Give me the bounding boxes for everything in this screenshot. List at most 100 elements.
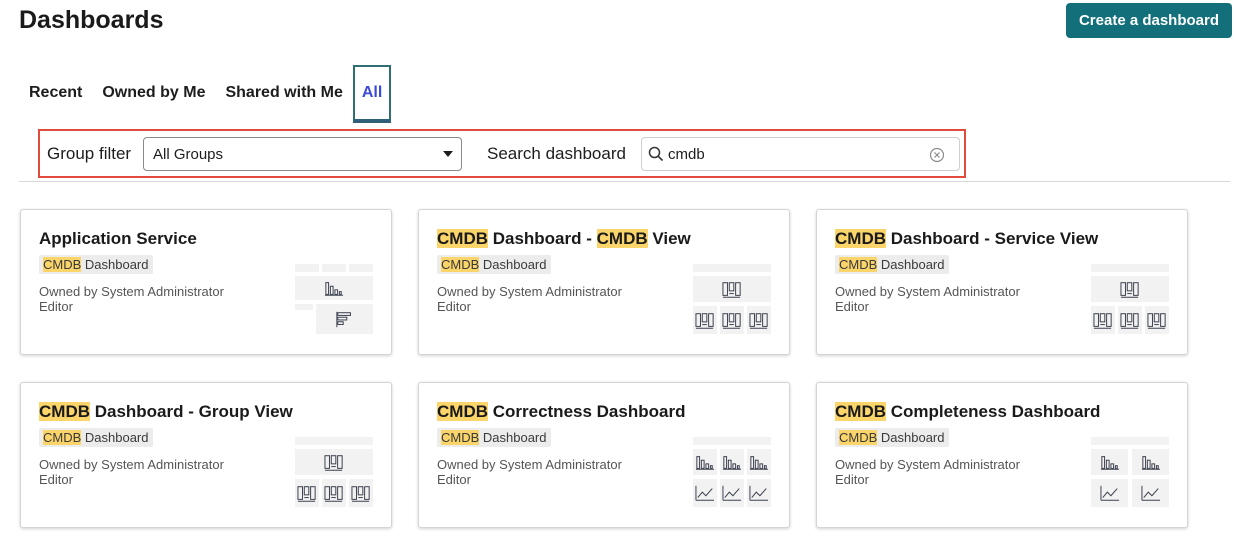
thumbnail-tile bbox=[1091, 306, 1115, 334]
tab-all[interactable]: All bbox=[352, 65, 392, 123]
thumbnail-tile bbox=[295, 449, 373, 475]
dashboard-thumbnail bbox=[295, 437, 373, 509]
thumbnail-tile bbox=[1091, 449, 1128, 475]
tab-shared-with-me[interactable]: Shared with Me bbox=[215, 65, 352, 123]
dashboard-group-tag: CMDB Dashboard bbox=[437, 255, 551, 274]
dashboard-owner: Owned by System Administrator bbox=[437, 284, 622, 299]
thumbnail-tile bbox=[693, 264, 771, 272]
tab-recent[interactable]: Recent bbox=[19, 65, 92, 123]
search-dashboard-label: Search dashboard bbox=[487, 144, 626, 163]
tab-bar: Recent Owned by Me Shared with Me All bbox=[19, 65, 392, 123]
search-match-highlight: CMDB bbox=[43, 430, 82, 445]
search-match-highlight: CMDB bbox=[835, 229, 886, 248]
tag-text: Dashboard bbox=[877, 430, 945, 445]
tag-text: Dashboard bbox=[479, 257, 547, 272]
dashboard-card[interactable]: CMDB Dashboard - Group View CMDB Dashboar… bbox=[20, 382, 392, 528]
dashboard-thumbnail bbox=[295, 264, 373, 336]
dashboard-card-title[interactable]: CMDB Completeness Dashboard bbox=[835, 402, 1100, 422]
dashboard-role: Editor bbox=[835, 472, 869, 487]
thumbnail-tile bbox=[295, 304, 313, 310]
thumbnail-tile bbox=[295, 264, 319, 272]
dashboard-group-tag: CMDB Dashboard bbox=[437, 428, 551, 447]
search-match-highlight: CMDB bbox=[835, 402, 886, 421]
dashboard-thumbnail bbox=[693, 437, 771, 509]
thumbnail-tile bbox=[693, 306, 717, 334]
dashboard-card[interactable]: CMDB Completeness Dashboard CMDB Dashboar… bbox=[816, 382, 1188, 528]
dashboard-thumbnail bbox=[1091, 264, 1169, 336]
title-text: View bbox=[647, 229, 691, 248]
thumbnail-tile bbox=[1091, 276, 1169, 302]
dashboard-group-tag: CMDB Dashboard bbox=[835, 428, 949, 447]
thumbnail-tile bbox=[322, 264, 346, 272]
search-box[interactable] bbox=[641, 137, 960, 171]
dashboard-owner: Owned by System Administrator bbox=[835, 284, 1020, 299]
dashboard-card-title[interactable]: CMDB Correctness Dashboard bbox=[437, 402, 685, 422]
thumbnail-tile bbox=[316, 304, 373, 334]
thumbnail-tile bbox=[1145, 306, 1169, 334]
thumbnail-tile bbox=[322, 479, 346, 507]
dashboard-group-tag: CMDB Dashboard bbox=[835, 255, 949, 274]
thumbnail-tile bbox=[693, 479, 717, 507]
search-match-highlight: CMDB bbox=[441, 257, 480, 272]
dashboard-card[interactable]: CMDB Dashboard - CMDB View CMDB Dashboard… bbox=[418, 209, 790, 355]
title-text: Dashboard - Service View bbox=[886, 229, 1099, 248]
dashboard-thumbnail bbox=[693, 264, 771, 336]
divider bbox=[19, 181, 1230, 182]
thumbnail-tile bbox=[349, 264, 373, 272]
dashboard-card[interactable]: CMDB Dashboard - Service View CMDB Dashbo… bbox=[816, 209, 1188, 355]
search-match-highlight: CMDB bbox=[839, 257, 878, 272]
group-filter-value: All Groups bbox=[153, 146, 224, 163]
thumbnail-tile bbox=[693, 437, 771, 445]
dashboard-card-title[interactable]: Application Service bbox=[39, 229, 197, 249]
dashboard-owner: Owned by System Administrator bbox=[835, 457, 1020, 472]
dashboard-card-title[interactable]: CMDB Dashboard - CMDB View bbox=[437, 229, 691, 249]
search-icon bbox=[648, 146, 664, 167]
thumbnail-tile bbox=[1118, 306, 1142, 334]
thumbnail-tile bbox=[1091, 264, 1169, 272]
dashboard-role: Editor bbox=[39, 472, 73, 487]
dashboard-role: Editor bbox=[39, 299, 73, 314]
group-filter-label: Group filter bbox=[47, 144, 132, 163]
page-title: Dashboards bbox=[19, 6, 164, 34]
search-match-highlight: CMDB bbox=[437, 229, 488, 248]
thumbnail-tile bbox=[693, 276, 771, 302]
dashboard-card-title[interactable]: CMDB Dashboard - Service View bbox=[835, 229, 1098, 249]
clear-search-icon[interactable] bbox=[929, 147, 945, 168]
thumbnail-tile bbox=[693, 449, 717, 475]
thumbnail-tile bbox=[720, 306, 744, 334]
thumbnail-tile bbox=[295, 479, 319, 507]
dashboard-card-title[interactable]: CMDB Dashboard - Group View bbox=[39, 402, 293, 422]
search-input[interactable] bbox=[668, 144, 928, 164]
title-text: Application Service bbox=[39, 229, 197, 248]
create-dashboard-button[interactable]: Create a dashboard bbox=[1066, 3, 1232, 38]
thumbnail-tile bbox=[720, 449, 744, 475]
dashboard-owner: Owned by System Administrator bbox=[39, 457, 224, 472]
filter-bar: Group filter All Groups Search dashboard bbox=[38, 129, 966, 178]
dashboard-role: Editor bbox=[437, 472, 471, 487]
dashboard-owner: Owned by System Administrator bbox=[437, 457, 622, 472]
thumbnail-tile bbox=[720, 479, 744, 507]
thumbnail-tile bbox=[1091, 479, 1128, 507]
title-text: Completeness Dashboard bbox=[886, 402, 1101, 421]
tag-text: Dashboard bbox=[81, 430, 149, 445]
thumbnail-tile bbox=[1091, 437, 1169, 445]
search-match-highlight: CMDB bbox=[43, 257, 82, 272]
dashboard-role: Editor bbox=[437, 299, 471, 314]
tag-text: Dashboard bbox=[81, 257, 149, 272]
dashboard-thumbnail bbox=[1091, 437, 1169, 509]
tag-text: Dashboard bbox=[877, 257, 945, 272]
title-text: Correctness Dashboard bbox=[488, 402, 686, 421]
dashboard-card[interactable]: Application Service CMDB Dashboard Owned b… bbox=[20, 209, 392, 355]
dashboard-card[interactable]: CMDB Correctness Dashboard CMDB Dashboard… bbox=[418, 382, 790, 528]
search-match-highlight: CMDB bbox=[839, 430, 878, 445]
title-text: Dashboard - bbox=[488, 229, 597, 248]
thumbnail-tile bbox=[295, 276, 373, 300]
thumbnail-tile bbox=[747, 449, 771, 475]
thumbnail-tile bbox=[349, 479, 373, 507]
search-match-highlight: CMDB bbox=[39, 402, 90, 421]
title-text: Dashboard - Group View bbox=[90, 402, 293, 421]
dashboard-owner: Owned by System Administrator bbox=[39, 284, 224, 299]
tab-owned-by-me[interactable]: Owned by Me bbox=[92, 65, 215, 123]
group-filter-select[interactable]: All Groups bbox=[143, 137, 462, 171]
dashboard-role: Editor bbox=[835, 299, 869, 314]
